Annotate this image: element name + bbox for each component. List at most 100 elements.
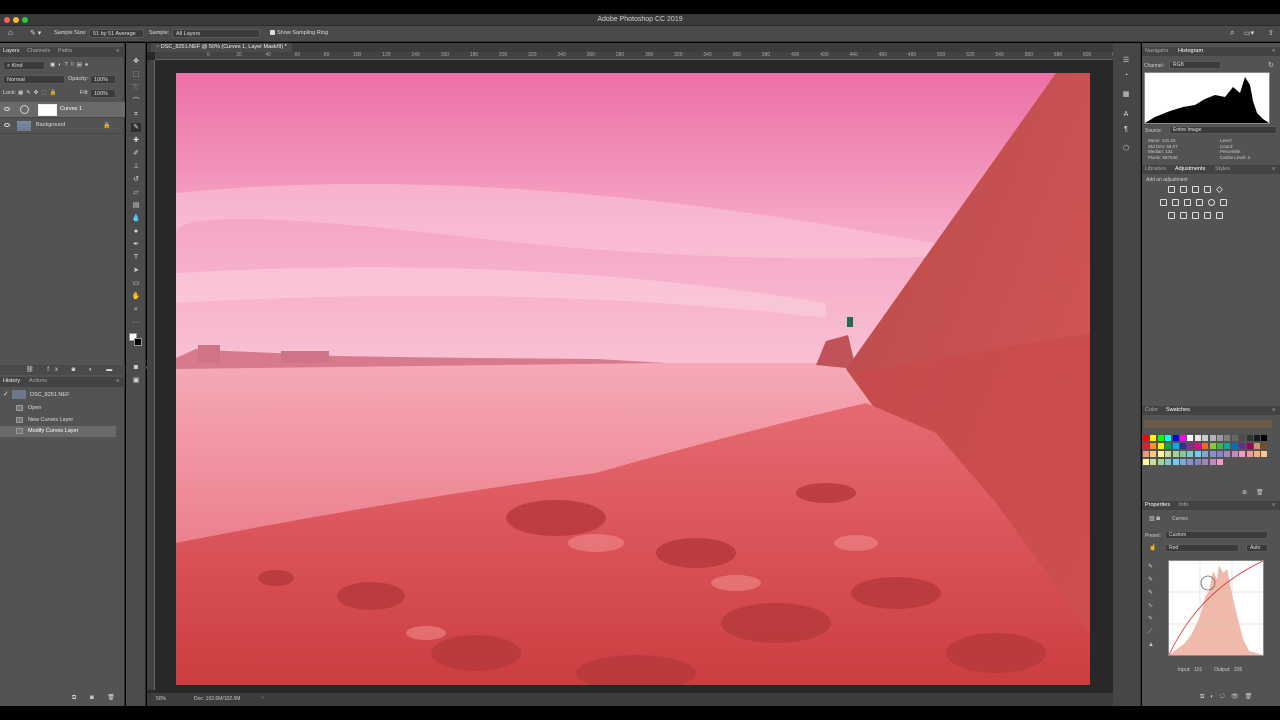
- tab-styles[interactable]: Styles: [1215, 166, 1230, 172]
- blend-mode-dropdown[interactable]: Normal: [3, 75, 65, 84]
- quick-mask-icon[interactable]: ◙: [131, 363, 141, 372]
- swatch[interactable]: [1231, 443, 1238, 449]
- swatch[interactable]: [1143, 459, 1149, 465]
- exposure-icon[interactable]: [1204, 186, 1211, 193]
- swatch[interactable]: [1209, 459, 1216, 465]
- pen-tool-icon[interactable]: ✒: [131, 240, 141, 249]
- history-item[interactable]: New Curves Layer: [0, 415, 116, 426]
- layer-name[interactable]: Background: [36, 122, 65, 128]
- image-canvas[interactable]: [176, 73, 1090, 685]
- workspace-icon[interactable]: ▭▾: [1244, 29, 1254, 37]
- sample-dropdown[interactable]: All Layers: [172, 29, 260, 38]
- swatch[interactable]: [1254, 443, 1260, 449]
- tab-properties[interactable]: Properties: [1145, 502, 1170, 508]
- delete-swatch-icon[interactable]: 🗑: [1256, 489, 1264, 496]
- visibility-eye-icon[interactable]: [4, 107, 10, 111]
- tab-histogram[interactable]: Histogram: [1178, 48, 1203, 54]
- swatch[interactable]: [1157, 443, 1164, 449]
- swatch[interactable]: [1165, 459, 1172, 465]
- swatch[interactable]: [1217, 459, 1223, 465]
- home-icon[interactable]: ⌂: [8, 28, 13, 37]
- more-tools-icon[interactable]: ···: [131, 318, 141, 327]
- swatch[interactable]: [1209, 443, 1216, 449]
- history-item[interactable]: Open: [0, 403, 116, 414]
- tab-adjustments[interactable]: Adjustments: [1175, 166, 1205, 172]
- swatch[interactable]: [1194, 435, 1201, 441]
- brush-tool-icon[interactable]: ✐: [131, 149, 141, 158]
- vibrance-icon[interactable]: [1216, 186, 1223, 193]
- swatch[interactable]: [1172, 443, 1179, 449]
- photo-filter-icon[interactable]: [1196, 199, 1203, 206]
- invert-icon[interactable]: [1168, 212, 1175, 219]
- new-swatch-icon[interactable]: ⊕: [1242, 489, 1247, 496]
- tab-channels[interactable]: Channels: [27, 48, 50, 54]
- swatch[interactable]: [1254, 435, 1260, 441]
- dodge-tool-icon[interactable]: ●: [131, 227, 141, 236]
- swatch[interactable]: [1150, 451, 1157, 457]
- filter-icons[interactable]: ▣◐T⌑▤●: [50, 62, 91, 68]
- auto-button[interactable]: Auto: [1246, 544, 1268, 552]
- crop-tool-icon[interactable]: ⌗: [131, 110, 141, 119]
- swatch[interactable]: [1239, 443, 1246, 449]
- tab-layers[interactable]: Layers: [3, 48, 20, 54]
- panel-menu-icon[interactable]: ≡: [1272, 166, 1275, 172]
- lock-icons[interactable]: ▦✎✥⬚🔒: [18, 90, 59, 96]
- hand-tool-icon[interactable]: ✋: [131, 292, 141, 301]
- opacity-field[interactable]: 100%: [90, 75, 116, 84]
- swatch[interactable]: [1172, 435, 1179, 441]
- swatch[interactable]: [1202, 435, 1209, 441]
- zoom-tool-icon[interactable]: ⌕: [131, 305, 141, 314]
- swatch[interactable]: [1224, 435, 1231, 441]
- swatch[interactable]: [1254, 451, 1260, 457]
- swatch[interactable]: [1172, 459, 1179, 465]
- fill-field[interactable]: 100%: [90, 89, 116, 98]
- horizontal-ruler[interactable]: 0 20 40 60 80 100 120 140 160 180 200 220 240 260 280 3…: [155, 52, 1121, 60]
- tab-paths[interactable]: Paths: [58, 48, 72, 54]
- history-brush-icon[interactable]: ✓: [3, 390, 9, 398]
- screen-mode-icon[interactable]: ▣: [131, 376, 141, 385]
- swatch[interactable]: [1217, 451, 1223, 457]
- swatch[interactable]: [1180, 435, 1186, 441]
- swatch[interactable]: [1187, 435, 1194, 441]
- layer-row-background[interactable]: Background 🔒: [0, 118, 125, 134]
- move-tool-icon[interactable]: ✥: [131, 57, 141, 66]
- layer-row-curves[interactable]: Curves 1: [0, 102, 125, 118]
- channel-mixer-icon[interactable]: [1208, 199, 1215, 206]
- swatch[interactable]: [1165, 443, 1172, 449]
- status-menu-icon[interactable]: ›: [262, 695, 264, 701]
- swatch[interactable]: [1217, 443, 1223, 449]
- color-lookup-icon[interactable]: [1220, 199, 1227, 206]
- panel-menu-icon[interactable]: ≡: [1272, 407, 1275, 413]
- histogram-source-dropdown[interactable]: Entire Image: [1169, 126, 1277, 134]
- color-balance-icon[interactable]: [1172, 199, 1179, 206]
- output-value[interactable]: 205: [1234, 667, 1242, 673]
- tab-libraries[interactable]: Libraries: [1145, 166, 1166, 172]
- path-select-icon[interactable]: ➤: [131, 266, 141, 275]
- swatch[interactable]: [1180, 443, 1186, 449]
- preset-dropdown[interactable]: Custom: [1165, 531, 1268, 539]
- properties-footer-icons[interactable]: ⧉◐↺👁🗑: [1200, 693, 1258, 701]
- swatch[interactable]: [1187, 451, 1194, 457]
- swatch[interactable]: [1143, 443, 1149, 449]
- swatch[interactable]: [1180, 451, 1186, 457]
- swatch[interactable]: [1157, 459, 1164, 465]
- swatch[interactable]: [1194, 443, 1201, 449]
- type-tool-icon[interactable]: T: [131, 253, 141, 262]
- tab-actions[interactable]: Actions: [29, 378, 47, 384]
- character-icon[interactable]: A: [1121, 110, 1131, 119]
- gradient-tool-icon[interactable]: ▤: [131, 201, 141, 210]
- lasso-tool-icon[interactable]: ➰: [131, 83, 141, 92]
- marquee-tool-icon[interactable]: ⬚: [131, 70, 141, 79]
- swatch[interactable]: [1209, 435, 1216, 441]
- swatch[interactable]: [1165, 435, 1172, 441]
- swatch[interactable]: [1150, 459, 1157, 465]
- visibility-eye-icon[interactable]: [4, 123, 10, 127]
- 3d-icon[interactable]: ⬡: [1121, 144, 1131, 153]
- swatch[interactable]: [1261, 443, 1268, 449]
- input-value[interactable]: 101: [1194, 667, 1202, 673]
- navigator-icon[interactable]: ☰: [1121, 56, 1131, 65]
- tab-color[interactable]: Color: [1145, 407, 1158, 413]
- swatch[interactable]: [1224, 443, 1231, 449]
- swatch[interactable]: [1261, 451, 1268, 457]
- swatch[interactable]: [1202, 443, 1209, 449]
